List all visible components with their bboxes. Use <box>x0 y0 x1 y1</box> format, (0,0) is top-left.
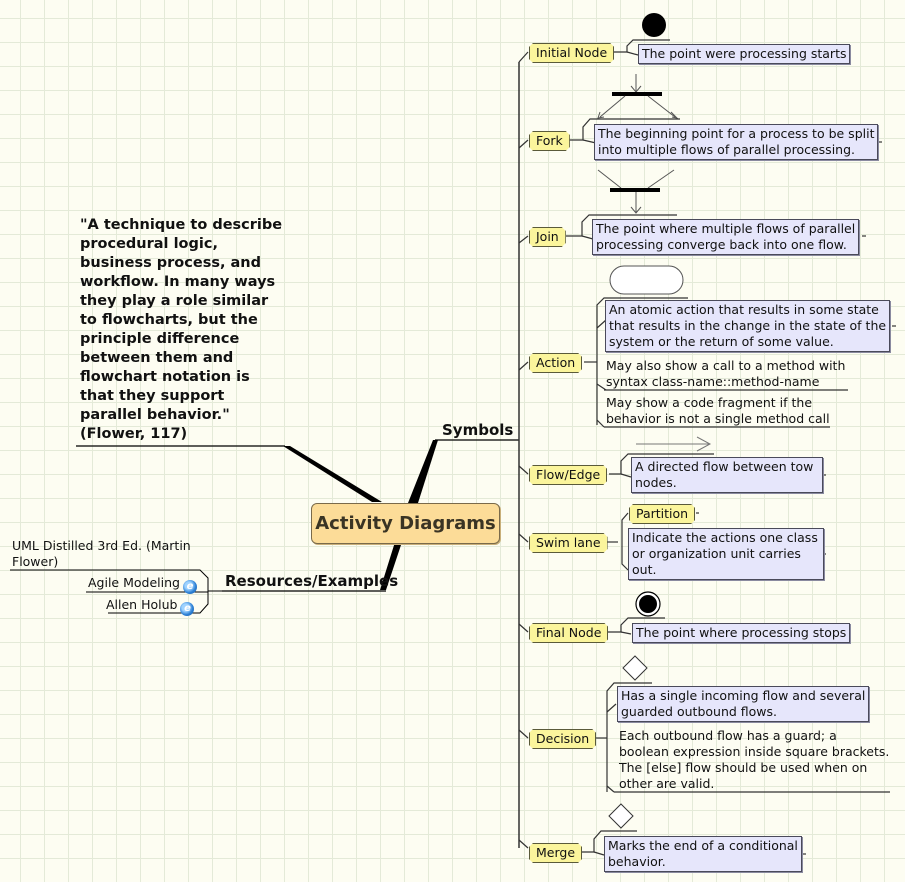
internet-explorer-link-icon[interactable]: e <box>182 580 197 594</box>
note-line: syntax class-name::method-name <box>606 374 820 389</box>
note-merge[interactable]: Marks the end of a conditional behavior. <box>604 836 802 872</box>
note-line: Marks the end of a conditional <box>608 838 798 853</box>
resource-book[interactable]: UML Distilled 3rd Ed. (Martin Flower) <box>12 538 191 570</box>
note-line: The point were processing starts <box>642 46 847 61</box>
note-line: nodes. <box>635 475 677 490</box>
note-decision[interactable]: Has a single incoming flow and several g… <box>617 686 870 722</box>
quote-line: that they support <box>80 388 225 404</box>
note-line: The point where multiple flows of parall… <box>596 221 856 236</box>
quote-line: to flowcharts, but the <box>80 312 258 328</box>
resource-link-allen-holub[interactable]: Allen Holub e <box>106 597 195 616</box>
note-line: processing converge back into one flow. <box>596 237 847 252</box>
note-decision-guards[interactable]: Each outbound flow has a guard; a boolea… <box>619 728 889 792</box>
quote-line: workflow. In many ways <box>80 274 276 290</box>
branch-symbols[interactable]: Symbols <box>442 421 513 439</box>
symbol-final-node[interactable]: Final Node <box>529 623 608 643</box>
note-join[interactable]: The point where multiple flows of parall… <box>592 219 860 255</box>
central-topic[interactable]: Activity Diagrams <box>311 503 500 544</box>
quote-line: they play a role similar <box>80 293 269 309</box>
note-line: out. <box>632 562 657 577</box>
quote-line: procedural logic, <box>80 236 218 252</box>
note-line: or organization unit carries <box>632 546 801 561</box>
decision-glyph <box>622 655 648 681</box>
note-line: boolean expression inside square bracket… <box>619 744 890 759</box>
note-initial-node[interactable]: The point were processing starts <box>638 44 851 64</box>
note-line: guarded outbound flows. <box>621 704 778 719</box>
symbol-merge[interactable]: Merge <box>529 843 582 863</box>
resource-link-label: Allen Holub <box>106 597 178 612</box>
note-swim-lane[interactable]: Indicate the actions one class or organi… <box>628 528 824 580</box>
quote-line: flowchart notation is <box>80 369 250 385</box>
note-line: The point where processing stops <box>636 625 847 640</box>
note-line: A directed flow between tow <box>635 459 814 474</box>
note-final-node[interactable]: The point where processing stops <box>632 623 851 643</box>
note-line: Each outbound flow has a guard; a <box>619 728 837 743</box>
flow-edge-glyph <box>636 436 712 452</box>
symbol-action[interactable]: Action <box>529 353 582 373</box>
branch-resources[interactable]: Resources/Examples <box>225 572 398 590</box>
note-line: system or the return of some value. <box>609 334 834 349</box>
symbol-flow-edge[interactable]: Flow/Edge <box>529 465 607 485</box>
action-glyph <box>609 265 684 295</box>
resource-book-line: UML Distilled 3rd Ed. (Martin <box>12 538 191 553</box>
connector-to-quote <box>283 446 382 502</box>
join-glyph <box>597 169 675 214</box>
quote-line: principle difference <box>80 331 240 347</box>
note-line: that results in the change in the state … <box>609 318 887 333</box>
initial-node-glyph <box>642 13 666 37</box>
resource-book-line: Flower) <box>12 554 59 569</box>
note-action-code-fragment[interactable]: May show a code fragment if the behavior… <box>606 395 830 427</box>
symbol-initial-node[interactable]: Initial Node <box>529 43 614 63</box>
symbol-fork[interactable]: Fork <box>529 131 570 151</box>
final-node-glyph <box>635 591 661 617</box>
note-line: into multiple flows of parallel processi… <box>598 142 856 157</box>
note-line: May also show a call to a method with <box>606 358 846 373</box>
note-action-method-call[interactable]: May also show a call to a method with sy… <box>606 358 845 390</box>
note-line: The [else] flow should be used when on <box>619 760 868 775</box>
resource-link-label: Agile Modeling <box>88 575 180 590</box>
note-line: Has a single incoming flow and several <box>621 688 866 703</box>
note-line: behavior. <box>608 854 666 869</box>
quote-line: "A technique to describe <box>80 217 283 233</box>
note-line: May show a code fragment if the <box>606 395 813 410</box>
note-line: Indicate the actions one class <box>632 530 818 545</box>
definition-quote[interactable]: "A technique to describe procedural logi… <box>80 216 285 444</box>
note-flow-edge[interactable]: A directed flow between tow nodes. <box>631 457 823 493</box>
resource-link-agile-modeling[interactable]: Agile Modeling e <box>88 575 197 594</box>
internet-explorer-link-icon[interactable]: e <box>180 602 195 616</box>
quote-line: parallel behavior." <box>80 407 230 423</box>
quote-line: (Flower, 117) <box>80 426 188 442</box>
note-fork[interactable]: The beginning point for a process to be … <box>594 124 879 160</box>
connector-to-symbols <box>408 440 438 503</box>
fork-glyph <box>597 74 679 119</box>
quote-line: between them and <box>80 350 234 366</box>
note-line: An atomic action that results in some st… <box>609 302 879 317</box>
quote-line: business process, and <box>80 255 261 271</box>
symbol-decision[interactable]: Decision <box>529 729 596 749</box>
symbol-join[interactable]: Join <box>529 227 566 247</box>
note-line: The beginning point for a process to be … <box>598 126 875 141</box>
note-action[interactable]: An atomic action that results in some st… <box>605 300 891 352</box>
symbol-swim-lane[interactable]: Swim lane <box>529 533 608 553</box>
merge-glyph <box>608 803 634 829</box>
note-line: other are valid. <box>619 776 715 791</box>
note-line: behavior is not a single method call <box>606 411 830 426</box>
symbol-partition[interactable]: Partition <box>629 504 695 524</box>
central-topic-label: Activity Diagrams <box>315 513 496 534</box>
